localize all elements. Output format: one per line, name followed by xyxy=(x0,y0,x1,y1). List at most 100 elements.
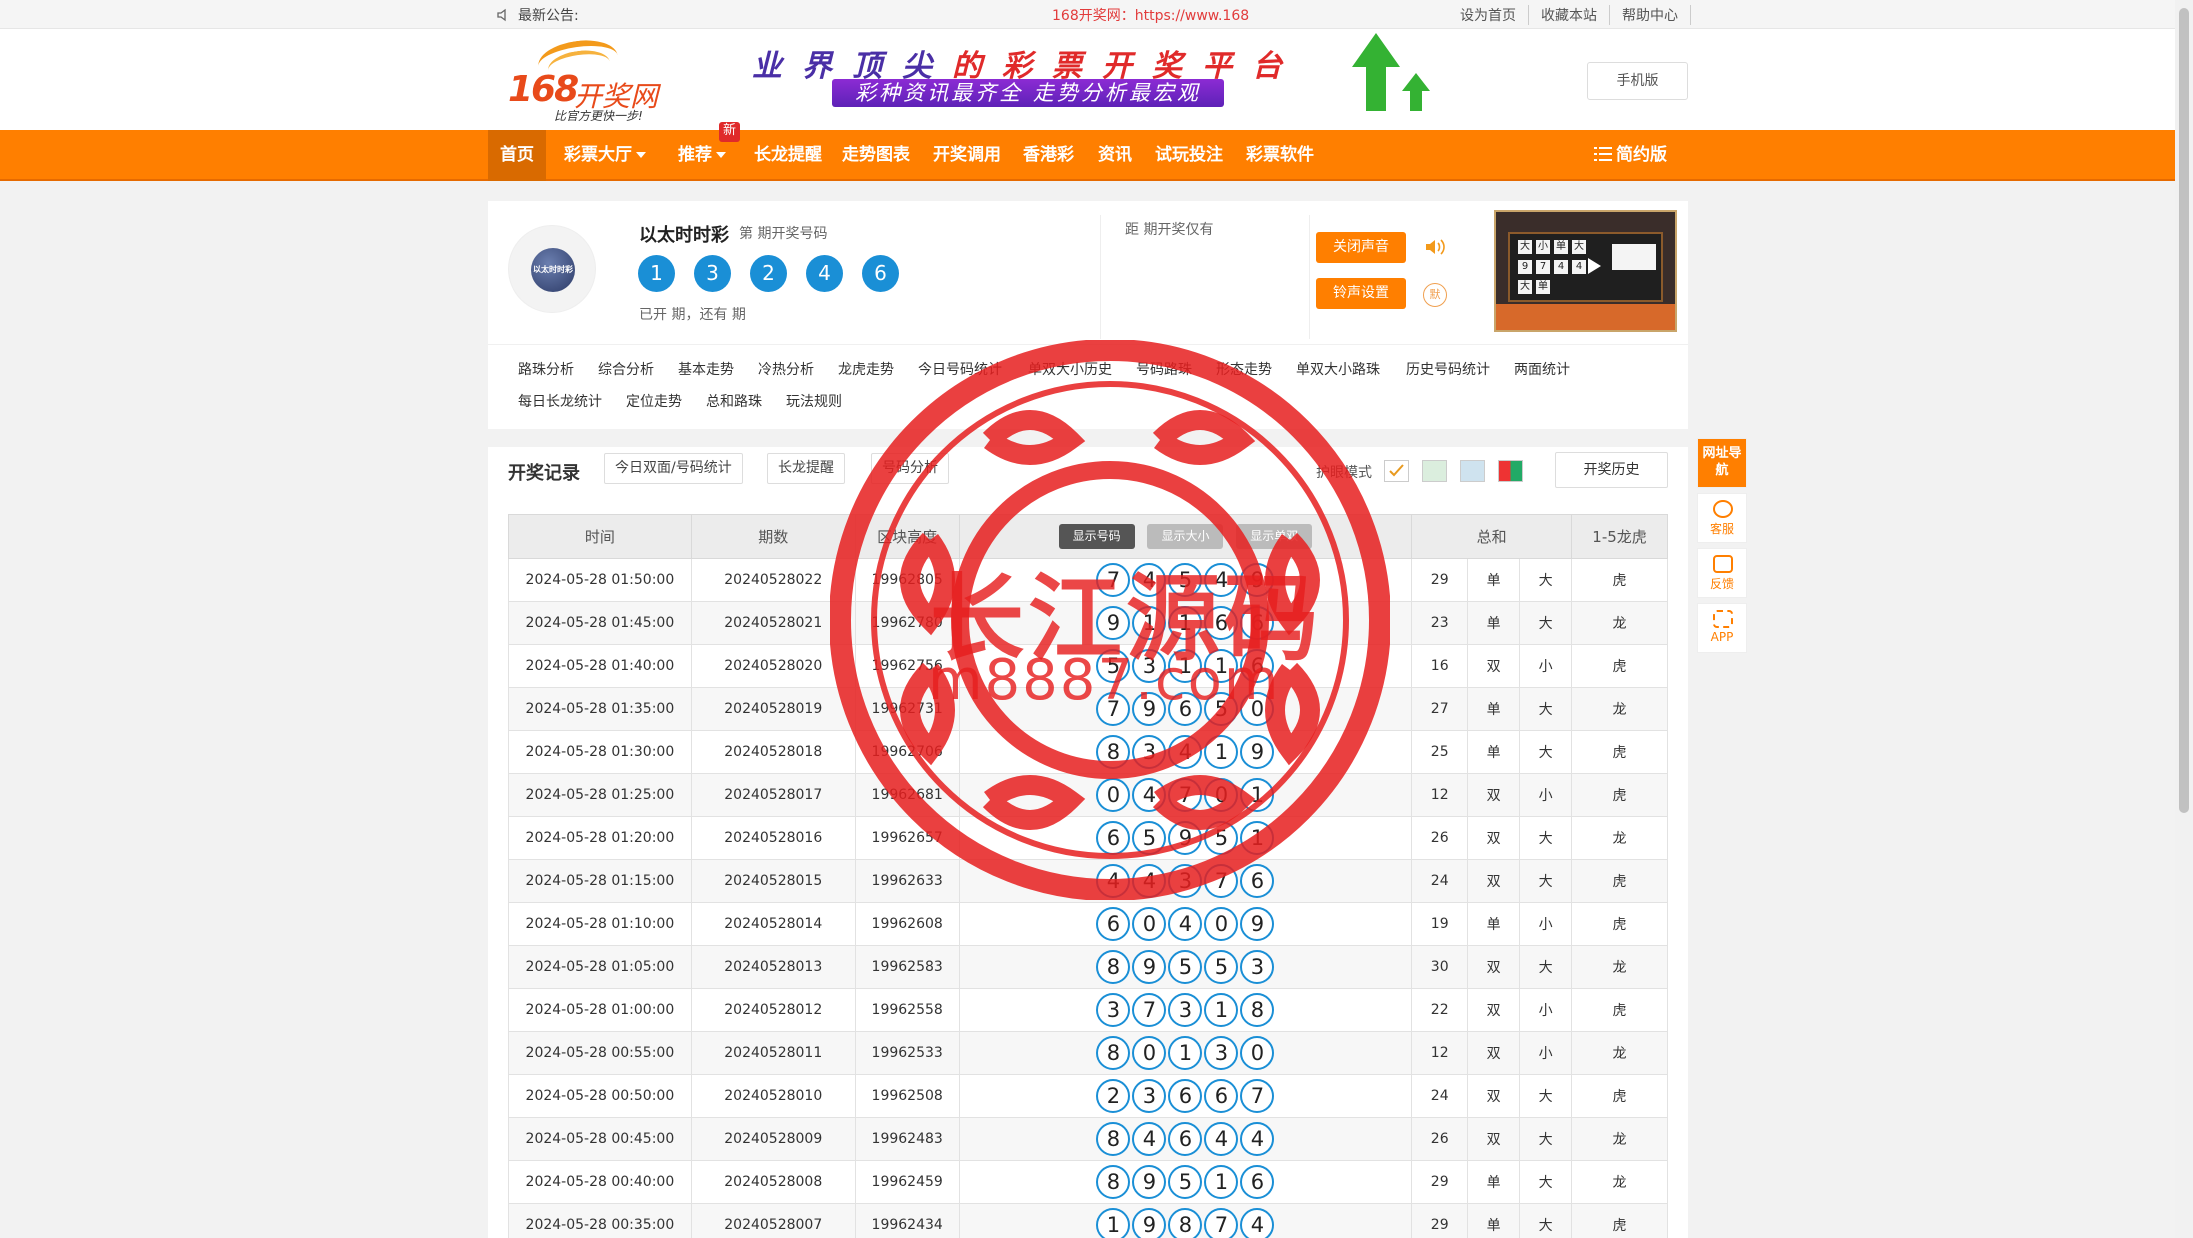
number-ball: 4 xyxy=(1204,1122,1239,1156)
number-analysis-button[interactable]: 号码分析 xyxy=(871,453,949,484)
tab-hot-cold[interactable]: 冷热分析 xyxy=(758,359,814,379)
tab-odd-even-history[interactable]: 单双大小历史 xyxy=(1028,359,1112,379)
tab-dragon-tiger-trend[interactable]: 龙虎走势 xyxy=(838,359,894,379)
cell-big-small: 大 xyxy=(1519,859,1573,903)
cell-time: 2024-05-28 00:50:00 xyxy=(508,1074,692,1118)
cell-numbers: 91166 xyxy=(958,601,1413,645)
site-logo[interactable]: 168 开奖网 比官方更快一步! xyxy=(508,35,663,123)
tab-daily-dragon-stats[interactable]: 每日长龙统计 xyxy=(518,391,602,411)
ringtone-settings-button[interactable]: 铃声设置 xyxy=(1316,278,1406,309)
cell-big-small: 小 xyxy=(1519,644,1573,688)
show-odd-even-toggle[interactable]: 显示单双 xyxy=(1236,524,1313,549)
nav-news[interactable]: 资讯 xyxy=(1086,130,1144,181)
speaker-icon[interactable] xyxy=(1423,237,1447,257)
feedback-button[interactable]: 反馈 xyxy=(1697,548,1747,598)
tab-pattern-trend[interactable]: 形态走势 xyxy=(1216,359,1272,379)
cell-numbers: 37318 xyxy=(958,988,1413,1032)
number-ball: 0 xyxy=(1132,907,1167,941)
nav-software[interactable]: 彩票软件 xyxy=(1234,130,1326,181)
set-homepage-link[interactable]: 设为首页 xyxy=(1448,5,1529,25)
close-sound-button[interactable]: 关闭声音 xyxy=(1316,232,1406,263)
number-group: 74549 xyxy=(960,563,1412,597)
nav-trial-bet-label: 试玩投注 xyxy=(1155,145,1223,165)
nav-hk-lottery[interactable]: 香港彩 xyxy=(1011,130,1086,181)
tab-number-road[interactable]: 号码路珠 xyxy=(1136,359,1192,379)
game-ad-image[interactable]: 大小单大 9744 大单 xyxy=(1494,210,1677,332)
marquee-text[interactable]: 168开奖网：https://www.168 xyxy=(1052,5,1249,25)
scrollbar[interactable] xyxy=(2175,0,2193,1238)
cell-numbers: 74549 xyxy=(958,558,1413,602)
eye-mode-checkbox[interactable] xyxy=(1384,460,1409,482)
tab-history-number-stats[interactable]: 历史号码统计 xyxy=(1406,359,1490,379)
tab-today-number-stats[interactable]: 今日号码统计 xyxy=(918,359,1002,379)
nav-trial-bet[interactable]: 试玩投注 xyxy=(1143,130,1235,181)
nav-lottery-hall[interactable]: 彩票大厅 xyxy=(552,130,658,181)
top-bar: 最新公告: 168开奖网：https://www.168 设为首页 收藏本站 帮… xyxy=(0,0,2175,29)
theme-green-swatch[interactable] xyxy=(1422,460,1447,482)
number-ball: 4 xyxy=(1240,1122,1275,1156)
cell-big-small: 大 xyxy=(1519,558,1573,602)
mobile-version-button[interactable]: 手机版 xyxy=(1587,62,1688,100)
period-label: 第 期开奖号码 xyxy=(739,226,828,242)
header-dragon-tiger: 1-5龙虎 xyxy=(1571,514,1668,559)
cell-issue: 20240528017 xyxy=(690,773,856,817)
tab-road-analysis[interactable]: 路珠分析 xyxy=(518,359,574,379)
cell-sum: 29 xyxy=(1411,1203,1469,1238)
number-ball: 9 xyxy=(1240,907,1275,941)
nav-draw-api[interactable]: 开奖调用 xyxy=(921,130,1013,181)
scrollbar-thumb[interactable] xyxy=(2179,8,2189,813)
help-center-link[interactable]: 帮助中心 xyxy=(1610,5,1691,25)
number-ball: 7 xyxy=(1204,864,1239,898)
today-stats-button[interactable]: 今日双面/号码统计 xyxy=(604,453,743,484)
number-group: 83419 xyxy=(960,735,1412,769)
tab-position-trend[interactable]: 定位走势 xyxy=(626,391,682,411)
tab-odd-even-road[interactable]: 单双大小路珠 xyxy=(1296,359,1380,379)
cell-issue: 20240528008 xyxy=(690,1160,856,1204)
number-ball: 9 xyxy=(1240,563,1275,597)
show-size-toggle[interactable]: 显示大小 xyxy=(1147,524,1224,549)
show-numbers-toggle[interactable]: 显示号码 xyxy=(1058,524,1135,549)
ringtone-icon[interactable]: 默 xyxy=(1423,283,1447,307)
cell-sum: 26 xyxy=(1411,1117,1469,1161)
cell-big-small: 大 xyxy=(1519,1117,1573,1161)
number-group: 23667 xyxy=(960,1079,1412,1113)
theme-blue-swatch[interactable] xyxy=(1460,460,1485,482)
site-nav-side-button[interactable]: 网址导航 xyxy=(1697,438,1747,488)
cell-time: 2024-05-28 01:10:00 xyxy=(508,902,692,946)
tab-comprehensive[interactable]: 综合分析 xyxy=(598,359,654,379)
long-dragon-button[interactable]: 长龙提醒 xyxy=(767,453,845,484)
app-button[interactable]: APP xyxy=(1697,603,1747,653)
number-ball: 4 xyxy=(1168,735,1203,769)
cell-time: 2024-05-28 01:05:00 xyxy=(508,945,692,989)
bookmark-link[interactable]: 收藏本站 xyxy=(1529,5,1610,25)
cell-time: 2024-05-28 01:20:00 xyxy=(508,816,692,860)
cell-time: 2024-05-28 01:15:00 xyxy=(508,859,692,903)
customer-service-label: 客服 xyxy=(1709,522,1734,536)
cell-dragon-tiger: 龙 xyxy=(1571,816,1668,860)
number-ball: 9 xyxy=(1168,821,1203,855)
number-ball: 4 xyxy=(1204,563,1239,597)
check-icon xyxy=(1389,464,1404,477)
nav-home[interactable]: 首页 xyxy=(488,130,546,181)
tab-two-side-stats[interactable]: 两面统计 xyxy=(1514,359,1570,379)
customer-service-button[interactable]: 客服 xyxy=(1697,493,1747,543)
cell-time: 2024-05-28 00:45:00 xyxy=(508,1117,692,1161)
cell-block: 19962706 xyxy=(854,730,960,774)
cell-numbers: 84644 xyxy=(958,1117,1413,1161)
simple-version-link[interactable]: 简约版 xyxy=(1594,130,1667,181)
nav-recommend[interactable]: 推荐新 xyxy=(666,122,740,181)
cell-big-small: 大 xyxy=(1519,1074,1573,1118)
cell-numbers: 23667 xyxy=(958,1074,1413,1118)
nav-trend-charts[interactable]: 走势图表 xyxy=(830,130,922,181)
cell-block: 19962459 xyxy=(854,1160,960,1204)
cell-block: 19962681 xyxy=(854,773,960,817)
theme-color-swatch[interactable] xyxy=(1498,460,1523,482)
cell-odd-even: 双 xyxy=(1467,816,1521,860)
tab-basic-trend[interactable]: 基本走势 xyxy=(678,359,734,379)
number-ball: 1 xyxy=(1240,821,1275,855)
tab-rules[interactable]: 玩法规则 xyxy=(786,391,842,411)
tab-sum-road[interactable]: 总和路珠 xyxy=(706,391,762,411)
draw-status: 已开 期，还有 期 xyxy=(639,307,746,323)
draw-history-button[interactable]: 开奖历史 xyxy=(1555,452,1668,488)
nav-long-dragon[interactable]: 长龙提醒 xyxy=(742,130,834,181)
